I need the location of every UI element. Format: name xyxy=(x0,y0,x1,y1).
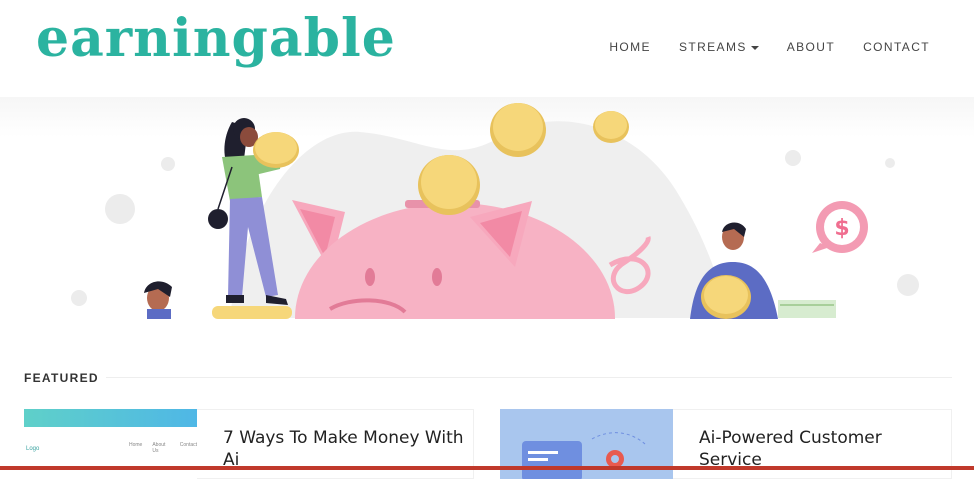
chevron-down-icon xyxy=(750,45,759,50)
nav-streams[interactable]: STREAMS xyxy=(679,40,759,54)
deco-circle xyxy=(161,157,175,171)
nav-home[interactable]: HOME xyxy=(609,40,651,54)
nav-streams-label: STREAMS xyxy=(678,40,747,54)
site-header: earningable HOME STREAMS ABOUT CONTACT xyxy=(0,0,974,97)
hero-illustration-svg: $ xyxy=(71,103,919,319)
nav-contact[interactable]: CONTACT xyxy=(863,40,930,54)
thumb-nav-item: Home xyxy=(129,442,143,448)
coin-icon xyxy=(593,111,629,143)
section-divider xyxy=(106,377,952,378)
deco-circle xyxy=(885,158,895,168)
thumb-nav: Home About Us Contact xyxy=(129,442,197,454)
card-title[interactable]: 7 Ways To Make Money With Ai xyxy=(223,427,464,471)
coin-icon xyxy=(212,306,292,319)
card-title-line: 7 Ways To Make Money With xyxy=(223,428,464,448)
man-figure-icon xyxy=(690,222,836,319)
thumb-nav-item: About Us xyxy=(152,442,166,454)
coin-icon xyxy=(490,103,546,157)
main-nav: HOME STREAMS ABOUT CONTACT xyxy=(609,40,930,54)
dollar-bubble-icon: $ xyxy=(812,201,868,253)
card-title-line: Ai-Powered Customer xyxy=(699,428,882,448)
featured-heading: FEATURED xyxy=(24,371,99,385)
bottom-accent-bar xyxy=(0,466,974,470)
nav-about[interactable]: ABOUT xyxy=(787,40,835,54)
thumb-banner xyxy=(24,409,197,427)
card-title[interactable]: Ai-Powered Customer Service xyxy=(699,427,882,471)
deco-circle xyxy=(105,194,135,224)
svg-text:$: $ xyxy=(834,216,849,241)
thumb-logo: Logo xyxy=(26,446,40,452)
deco-circle xyxy=(71,290,87,306)
thumb-nav-item: Contact xyxy=(179,442,197,448)
man-head-icon xyxy=(144,281,172,319)
site-logo[interactable]: earningable xyxy=(36,8,396,69)
hero-illustration: $ xyxy=(0,97,974,319)
coin-icon xyxy=(418,155,480,215)
deco-circle xyxy=(897,274,919,296)
deco-circle xyxy=(785,150,801,166)
